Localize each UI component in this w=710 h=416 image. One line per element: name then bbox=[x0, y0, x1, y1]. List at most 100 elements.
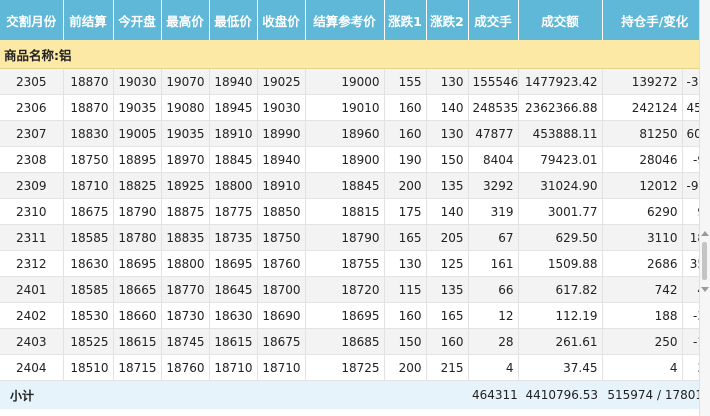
cell-delivery-month: 2305 bbox=[0, 68, 64, 95]
total-spacer bbox=[113, 380, 468, 409]
table-row[interactable]: 2309 18710 18825 18925 18800 18910 18845 200 135… bbox=[0, 172, 708, 199]
cell-change1: 155 bbox=[384, 68, 427, 95]
cell-close: 18990 bbox=[257, 120, 306, 147]
cell-close: 18760 bbox=[257, 250, 306, 277]
scrollbar-thumb[interactable] bbox=[702, 242, 707, 280]
cell-open-interest: 6290 bbox=[602, 198, 683, 225]
vertical-scrollbar[interactable] bbox=[699, 0, 710, 416]
cell-high: 18970 bbox=[161, 146, 210, 173]
cell-low: 18695 bbox=[209, 250, 258, 277]
cell-open-interest: 188 bbox=[602, 302, 683, 329]
cell-settle-ref: 19000 bbox=[305, 68, 385, 95]
header-settle-ref[interactable]: 结算参考价 bbox=[305, 0, 385, 40]
cell-open-interest: 28046 bbox=[602, 146, 683, 173]
cell-delivery-month: 2311 bbox=[0, 224, 64, 251]
cell-prev-settle: 18870 bbox=[63, 68, 114, 95]
cell-close: 18940 bbox=[257, 146, 306, 173]
total-open-interest: 515974 / 17801 bbox=[602, 380, 708, 409]
cell-prev-settle: 18750 bbox=[63, 146, 114, 173]
cell-delivery-month: 2307 bbox=[0, 120, 64, 147]
cell-change1: 200 bbox=[384, 354, 427, 381]
header-low[interactable]: 最低价 bbox=[209, 0, 258, 40]
cell-open-interest: 81250 bbox=[602, 120, 683, 147]
header-volume[interactable]: 成交手 bbox=[468, 0, 519, 40]
cell-change2: 160 bbox=[426, 328, 469, 355]
header-open-interest[interactable]: 持仓手/变化 bbox=[602, 0, 708, 40]
table-header: 交割月份 前结算 今开盘 最高价 最低价 收盘价 结算参考价 涨跌1 涨跌2 成… bbox=[0, 0, 708, 40]
cell-low: 18845 bbox=[209, 146, 258, 173]
cell-close: 18700 bbox=[257, 276, 306, 303]
cell-turnover: 112.19 bbox=[518, 302, 603, 329]
cell-volume: 47877 bbox=[468, 120, 519, 147]
header-close[interactable]: 收盘价 bbox=[257, 0, 306, 40]
table-row[interactable]: 2312 18630 18695 18800 18695 18760 18755 130 125… bbox=[0, 250, 708, 277]
cell-delivery-month: 2310 bbox=[0, 198, 64, 225]
table-row[interactable]: 2402 18530 18660 18730 18630 18690 18695 160 165… bbox=[0, 302, 708, 329]
cell-delivery-month: 2308 bbox=[0, 146, 64, 173]
cell-low: 18910 bbox=[209, 120, 258, 147]
table-row[interactable]: 2306 18870 19035 19080 18945 19030 19010 160 140… bbox=[0, 94, 708, 121]
header-prev-settle[interactable]: 前结算 bbox=[63, 0, 114, 40]
cell-close: 18750 bbox=[257, 224, 306, 251]
cell-settle-ref: 18720 bbox=[305, 276, 385, 303]
scroll-up-icon[interactable] bbox=[701, 231, 709, 236]
cell-low: 18645 bbox=[209, 276, 258, 303]
header-high[interactable]: 最高价 bbox=[161, 0, 210, 40]
cell-high: 18770 bbox=[161, 276, 210, 303]
cell-open: 18695 bbox=[113, 250, 162, 277]
cell-turnover: 261.61 bbox=[518, 328, 603, 355]
table-body: 商品名称:铝 2305 18870 19030 19070 18940 19025 1900… bbox=[0, 40, 708, 381]
cell-prev-settle: 18585 bbox=[63, 276, 114, 303]
cell-change2: 205 bbox=[426, 224, 469, 251]
cell-open: 19005 bbox=[113, 120, 162, 147]
cell-change1: 160 bbox=[384, 120, 427, 147]
cell-prev-settle: 18510 bbox=[63, 354, 114, 381]
header-turnover[interactable]: 成交额 bbox=[518, 0, 603, 40]
cell-turnover: 37.45 bbox=[518, 354, 603, 381]
header-change2[interactable]: 涨跌2 bbox=[426, 0, 469, 40]
cell-settle-ref: 18695 bbox=[305, 302, 385, 329]
cell-prev-settle: 18870 bbox=[63, 94, 114, 121]
cell-low: 18630 bbox=[209, 302, 258, 329]
cell-prev-settle: 18530 bbox=[63, 302, 114, 329]
table-row[interactable]: 2403 18525 18615 18745 18615 18675 18685 150 160… bbox=[0, 328, 708, 355]
scroll-down-icon[interactable] bbox=[701, 287, 709, 292]
cell-open-interest: 742 bbox=[602, 276, 683, 303]
header-change1[interactable]: 涨跌1 bbox=[384, 0, 427, 40]
table-row[interactable]: 2404 18510 18715 18760 18710 18710 18725 200 215… bbox=[0, 354, 708, 381]
table-row[interactable]: 2305 18870 19030 19070 18940 19025 19000 155 130… bbox=[0, 68, 708, 95]
cell-change2: 130 bbox=[426, 120, 469, 147]
table-row[interactable]: 2310 18675 18790 18875 18775 18850 18815 175 140… bbox=[0, 198, 708, 225]
cell-delivery-month: 2401 bbox=[0, 276, 64, 303]
header-open[interactable]: 今开盘 bbox=[113, 0, 162, 40]
cell-volume: 155546 bbox=[468, 68, 519, 95]
cell-turnover: 79423.01 bbox=[518, 146, 603, 173]
cell-prev-settle: 18830 bbox=[63, 120, 114, 147]
cell-open: 18895 bbox=[113, 146, 162, 173]
header-row: 交割月份 前结算 今开盘 最高价 最低价 收盘价 结算参考价 涨跌1 涨跌2 成… bbox=[0, 0, 708, 40]
cell-open: 18780 bbox=[113, 224, 162, 251]
cell-change1: 175 bbox=[384, 198, 427, 225]
cell-delivery-month: 2312 bbox=[0, 250, 64, 277]
table-row[interactable]: 2311 18585 18780 18835 18735 18750 18790 165 205… bbox=[0, 224, 708, 251]
cell-settle-ref: 18815 bbox=[305, 198, 385, 225]
cell-open: 18825 bbox=[113, 172, 162, 199]
cell-open-interest: 2686 bbox=[602, 250, 683, 277]
cell-open-interest: 3110 bbox=[602, 224, 683, 251]
table-row[interactable]: 2308 18750 18895 18970 18845 18940 18900 190 150… bbox=[0, 146, 708, 173]
cell-turnover: 1477923.42 bbox=[518, 68, 603, 95]
table-row[interactable]: 2401 18585 18665 18770 18645 18700 18720 115 135… bbox=[0, 276, 708, 303]
cell-open-interest: 12012 bbox=[602, 172, 683, 199]
cell-open: 18660 bbox=[113, 302, 162, 329]
cell-open: 19035 bbox=[113, 94, 162, 121]
header-delivery-month[interactable]: 交割月份 bbox=[0, 0, 64, 40]
cell-open-interest: 250 bbox=[602, 328, 683, 355]
group-row: 商品名称:铝 bbox=[0, 40, 708, 69]
cell-turnover: 2362366.88 bbox=[518, 94, 603, 121]
cell-settle-ref: 18725 bbox=[305, 354, 385, 381]
cell-change1: 165 bbox=[384, 224, 427, 251]
cell-high: 18800 bbox=[161, 250, 210, 277]
table-row[interactable]: 2307 18830 19005 19035 18910 18990 18960 160 130… bbox=[0, 120, 708, 147]
table-footer: 小计 464311 4410796.53 515974 / 17801 bbox=[0, 380, 708, 409]
cell-volume: 3292 bbox=[468, 172, 519, 199]
